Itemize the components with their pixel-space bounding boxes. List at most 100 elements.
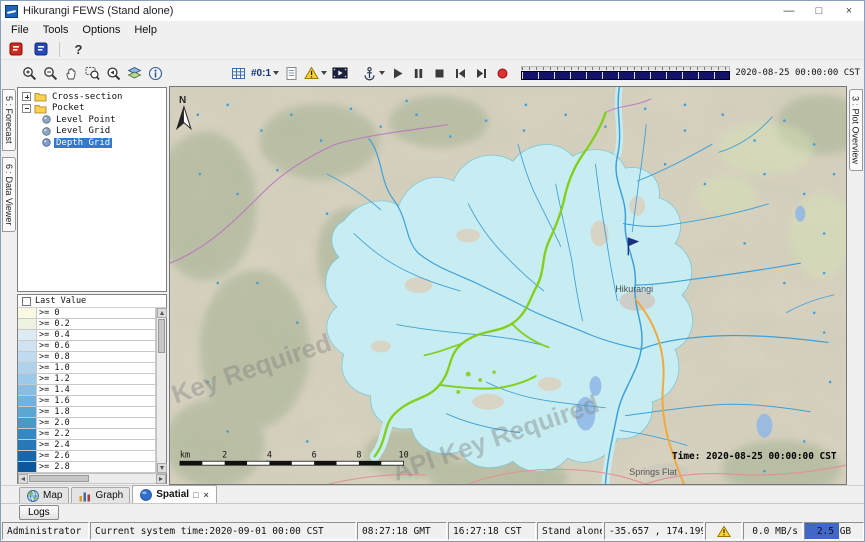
tab-spatial[interactable]: Spatial □ × xyxy=(132,485,217,503)
legend-swatch xyxy=(18,319,37,329)
bottom-tab-bar: Map Graph Spatial □ × xyxy=(1,485,864,503)
timeline-slider[interactable] xyxy=(521,65,730,81)
record-button[interactable] xyxy=(492,63,513,83)
anchor-dropdown[interactable] xyxy=(360,63,387,83)
chevron-down-icon xyxy=(379,71,385,75)
legend-swatch xyxy=(18,396,37,406)
scroll-left-arrow[interactable] xyxy=(18,474,28,484)
legend-swatch xyxy=(18,440,37,450)
tab-forecast[interactable]: 5 : Forecast xyxy=(2,89,16,151)
tree-node-pocket[interactable]: Pocket xyxy=(18,103,166,115)
zoom-previous-button[interactable] xyxy=(103,63,124,83)
last-value-checkbox[interactable] xyxy=(22,297,31,306)
close-tab-icon[interactable]: × xyxy=(202,490,209,500)
zoom-in-button[interactable] xyxy=(19,63,40,83)
tree-node-label[interactable]: Pocket xyxy=(50,103,87,113)
map-view[interactable]: API Key Required API Key Required Hikura… xyxy=(169,86,847,485)
tab-map[interactable]: Map xyxy=(19,487,69,503)
play-button[interactable] xyxy=(387,63,408,83)
legend-row: >= 2.8 xyxy=(18,462,156,473)
chevron-down-icon xyxy=(321,71,327,75)
legend-row: >= 2.6 xyxy=(18,451,156,462)
logs-button[interactable]: Logs xyxy=(19,505,59,520)
tree-node-label[interactable]: Level Point xyxy=(54,115,118,125)
legend-label: >= 2.6 xyxy=(37,451,156,461)
tree-node-label[interactable]: Level Grid xyxy=(54,126,112,136)
status-warning[interactable] xyxy=(705,522,742,540)
document-button[interactable] xyxy=(281,63,302,83)
legend-horizontal-scrollbar[interactable] xyxy=(18,473,166,483)
scroll-right-arrow[interactable] xyxy=(156,474,166,484)
layers-button[interactable] xyxy=(124,63,145,83)
tree-node-level-point[interactable]: Level Point xyxy=(18,114,166,126)
scale-tick: 6 xyxy=(312,449,317,459)
tab-plot-overview[interactable]: 3 : Plot Overview xyxy=(849,89,863,171)
legend-vertical-scrollbar[interactable] xyxy=(156,308,166,473)
legend-label: >= 1.4 xyxy=(37,385,156,395)
warning-dropdown[interactable] xyxy=(302,63,329,83)
menu-options[interactable]: Options xyxy=(75,22,127,38)
tab-data-viewer[interactable]: 6 : Data Viewer xyxy=(2,157,16,232)
tab-graph-label: Graph xyxy=(95,490,123,501)
collapse-icon[interactable] xyxy=(22,104,31,113)
memory-usage-label: 2.5 GB xyxy=(817,526,851,537)
zoom-out-button[interactable] xyxy=(40,63,61,83)
scale-tick: 4 xyxy=(267,449,272,459)
tree-node-level-grid[interactable]: Level Grid xyxy=(18,126,166,138)
database-red-icon[interactable] xyxy=(5,39,26,59)
scroll-thumb[interactable] xyxy=(29,475,89,482)
right-tab-strip: 3 : Plot Overview xyxy=(847,86,864,485)
legend-label: >= 1.0 xyxy=(37,363,156,373)
legend-label: >= 1.2 xyxy=(37,374,156,384)
tab-graph[interactable]: Graph xyxy=(71,487,130,503)
tree-node-label[interactable]: Cross-section xyxy=(50,92,124,102)
town-label-hikurangi: Hikurangi xyxy=(615,284,653,294)
timeline-bar[interactable] xyxy=(521,71,730,80)
scroll-up-arrow[interactable] xyxy=(157,308,167,318)
close-button[interactable]: × xyxy=(834,1,864,21)
layer-sphere-icon xyxy=(42,138,51,147)
scale-unit: km xyxy=(180,449,190,459)
skip-to-end-button[interactable] xyxy=(471,63,492,83)
legend-row: >= 2.2 xyxy=(18,429,156,440)
database-blue-icon[interactable] xyxy=(30,39,51,59)
legend-label: >= 2.2 xyxy=(37,429,156,439)
folder-icon xyxy=(34,91,47,102)
scroll-thumb[interactable] xyxy=(158,319,165,353)
help-button[interactable]: ? xyxy=(68,39,89,59)
title-bar: Hikurangi FEWS (Stand alone) — □ × xyxy=(1,1,864,21)
tree-node-depth-grid[interactable]: Depth Grid xyxy=(18,137,166,149)
scroll-down-arrow[interactable] xyxy=(157,463,167,473)
menu-file[interactable]: File xyxy=(4,22,36,38)
window-title: Hikurangi FEWS (Stand alone) xyxy=(23,5,173,17)
zoom-box-button[interactable] xyxy=(82,63,103,83)
legend-row: >= 2.4 xyxy=(18,440,156,451)
tree-node-cross-section[interactable]: Cross-section xyxy=(18,91,166,103)
legend-row: >= 1.4 xyxy=(18,385,156,396)
expand-icon[interactable] xyxy=(22,92,31,101)
undock-tab-icon[interactable]: □ xyxy=(192,490,199,500)
scale-tick: 10 xyxy=(399,449,409,459)
grid-display-button[interactable] xyxy=(228,63,249,83)
help-icon: ? xyxy=(75,42,83,57)
legend-panel: Last Value >= 0 >= 0.2 >= 0.4 >= 0.6 >= … xyxy=(17,294,167,484)
info-button[interactable] xyxy=(145,63,166,83)
folder-icon xyxy=(34,103,47,114)
status-system-time: Current system time:2020-09-01 00:00 CST xyxy=(90,522,356,540)
skip-to-start-button[interactable] xyxy=(450,63,471,83)
status-bar: Administrator Current system time:2020-0… xyxy=(1,521,864,541)
menu-help[interactable]: Help xyxy=(127,22,164,38)
frame-selector-dropdown[interactable]: #0:1 xyxy=(249,63,281,83)
legend-row: >= 1.8 xyxy=(18,407,156,418)
pan-hand-button[interactable] xyxy=(61,63,82,83)
minimize-button[interactable]: — xyxy=(774,1,804,21)
tab-spatial-label: Spatial xyxy=(156,489,189,500)
toolbar-separator xyxy=(59,42,60,57)
tree-node-label-selected[interactable]: Depth Grid xyxy=(54,138,112,148)
datetime-display: 2020-08-25 00:00:00 CST xyxy=(735,68,864,78)
maximize-button[interactable]: □ xyxy=(804,1,834,21)
movie-export-button[interactable] xyxy=(329,63,350,83)
stop-button[interactable] xyxy=(429,63,450,83)
pause-button[interactable] xyxy=(408,63,429,83)
menu-tools[interactable]: Tools xyxy=(36,22,76,38)
